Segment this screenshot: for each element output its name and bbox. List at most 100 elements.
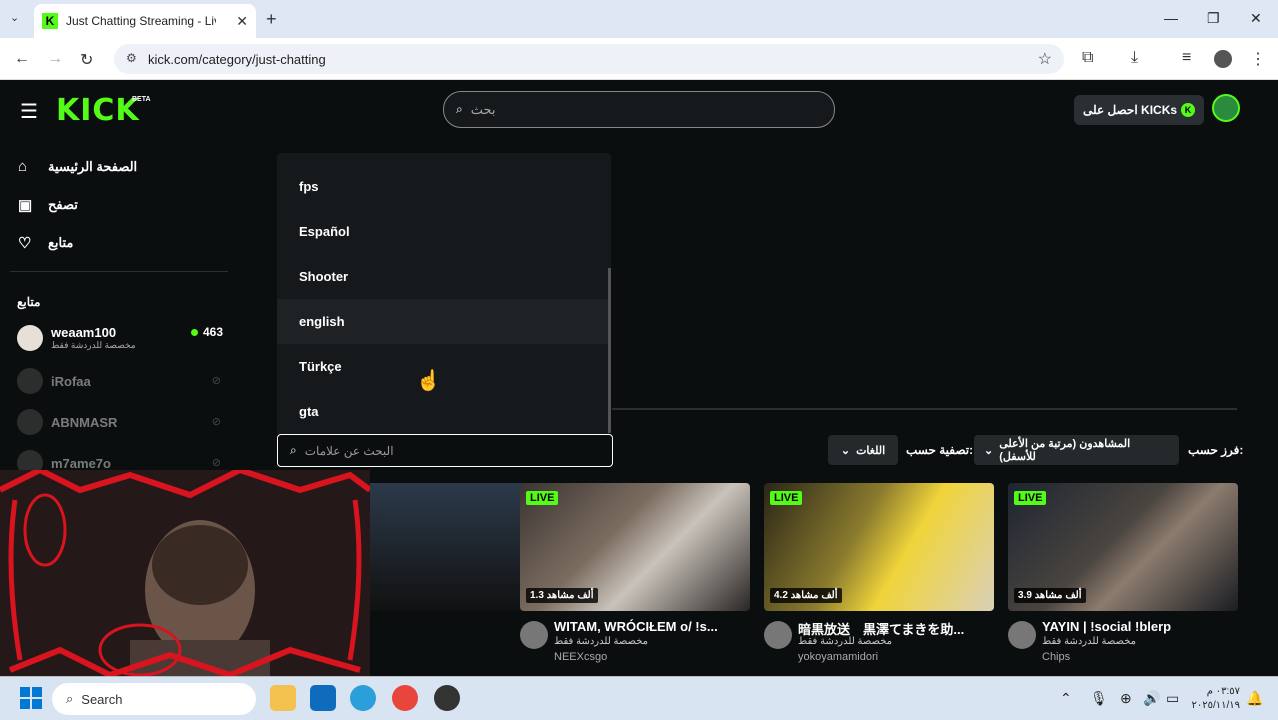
offline-icon: ⊘ [211,457,221,469]
minimize-icon[interactable]: — [1164,10,1178,26]
stream-card[interactable]: LIVE 1.3 ألف مشاهد WITAM, WRÓCIŁEM o/ !s… [520,483,750,679]
streamer-name[interactable]: Chips [1042,651,1070,663]
search-icon: ⌕ [290,443,297,457]
file-explorer-icon[interactable] [270,685,296,711]
streamer-avatar[interactable] [1008,621,1036,649]
sort-label: فرز حسب: [1188,443,1244,457]
browse-icon: ▣ [18,197,33,214]
download-icon[interactable]: ⤓ [1131,49,1138,67]
tray-chevron-icon[interactable]: ⌃ [1060,690,1072,707]
url-text: kick.com/category/just-chatting [148,51,326,67]
windows-start-icon[interactable] [20,687,42,709]
tag-option[interactable]: fps [277,164,611,209]
viewer-count: 463 [190,325,223,339]
obs-icon[interactable] [434,685,460,711]
stream-category[interactable]: مخصصة للدردشة فقط [1042,636,1136,647]
sidebar-item-browse[interactable]: ▣ تصفح [18,196,78,214]
menu-dots-icon[interactable]: ⋮ [1250,49,1266,69]
user-avatar[interactable] [1212,94,1240,122]
back-icon[interactable]: ← [14,50,30,68]
reload-icon[interactable]: ↻ [80,50,93,70]
dropdown-scrollbar[interactable] [608,268,611,433]
tab-list-icon[interactable]: ⌄ [10,11,19,24]
site-info-icon[interactable]: ⚙ [126,51,137,65]
site-header: ☰ KICK BETA ⌕ بحث احصل على KICKs K [0,81,1278,137]
channel-item[interactable]: ABNMASR ⊘ [17,407,227,437]
tag-search-input[interactable]: ⌕ البحث عن علامات [277,434,613,467]
taskbar-search[interactable]: ⌕ Search [52,683,256,715]
chrome-icon[interactable] [392,685,418,711]
webcam-frame [0,470,370,680]
channel-name: ABNMASR [51,414,118,430]
sort-select[interactable]: ⌄ المشاهدون (مرتبة من الأعلى للأسفل) [974,435,1179,465]
new-tab-icon[interactable]: + [266,9,277,30]
search-icon: ⌕ [66,691,74,706]
stream-category[interactable]: مخصصة للدردشة فقط [798,636,892,647]
windows-taskbar: ⌕ Search ⌃ 🎙 ⊕ 🔊 ▭ ٠٣:٥٧ م ٢٠٢٥/١١/١٩ 🔔 [0,676,1278,720]
close-tab-icon[interactable]: ✕ [236,13,248,30]
stream-card[interactable] [346,483,536,611]
nav-label: متابع [48,235,74,250]
stream-thumbnail[interactable]: LIVE 4.2 ألف مشاهد [764,483,994,611]
channel-item[interactable]: iRofaa ⊘ [17,366,227,396]
stream-thumbnail[interactable]: LIVE 3.9 ألف مشاهد [1008,483,1238,611]
hand-cursor-icon: ☝ [416,370,441,392]
tag-option[interactable]: Türkçe [277,344,611,389]
beta-label: BETA [132,96,151,103]
site-search-input[interactable]: ⌕ بحث [443,91,835,128]
tag-option[interactable]: Shooter [277,254,611,299]
bookmark-star-icon[interactable]: ☆ [1038,49,1052,69]
clock[interactable]: ٠٣:٥٧ م ٢٠٢٥/١١/١٩ [1190,685,1240,713]
sidebar-item-following[interactable]: ♡ متابع [18,234,73,252]
home-icon: ⌂ [18,158,28,175]
filter-label: تصفية حسب: [906,443,974,457]
notification-icon[interactable]: 🔔 [1246,690,1263,707]
streamer-avatar[interactable] [764,621,792,649]
battery-icon[interactable]: ▭ [1166,690,1179,707]
profile-avatar[interactable] [1214,50,1232,68]
network-icon[interactable]: ⊕ [1120,690,1132,707]
get-kicks-label: احصل على KICKs [1082,103,1178,117]
hamburger-menu-icon[interactable]: ☰ [20,99,38,124]
stream-card[interactable]: LIVE 4.2 ألف مشاهد 暗黒放送 黒澤てまきを助... مخصصة… [764,483,994,679]
clock-date: ٢٠٢٥/١١/١٩ [1191,700,1240,711]
tag-search-placeholder: البحث عن علامات [304,443,394,458]
tag-option[interactable]: english [277,299,611,344]
streamer-name[interactable]: yokoyamamidori [798,651,878,663]
browser-tab[interactable]: K Just Chatting Streaming - Live S ✕ [34,4,256,38]
live-badge: LIVE [770,491,803,505]
nav-label: تصفح [48,197,78,212]
tag-option[interactable]: gta [277,389,611,434]
streamer-name[interactable]: NEEXcsgo [554,651,607,663]
microphone-icon[interactable]: 🎙 [1090,690,1108,707]
tag-option[interactable]: Español [277,209,611,254]
window-close-icon[interactable]: ✕ [1250,10,1262,27]
address-bar[interactable]: ⚙ kick.com/category/just-chatting ☆ [114,44,1064,74]
stream-thumbnail[interactable]: LIVE 1.3 ألف مشاهد [520,483,750,611]
search-placeholder: بحث [470,101,496,117]
streamer-avatar[interactable] [520,621,548,649]
edge-icon[interactable] [350,685,376,711]
stream-category[interactable]: مخصصة للدردشة فقط [554,636,648,647]
viewer-count-text: 463 [202,325,223,339]
browser-toolbar: ← → ↻ ⚙ kick.com/category/just-chatting … [0,38,1278,80]
media-controls-icon[interactable]: ≡ [1182,49,1191,67]
offline-icon: ⊘ [211,416,221,428]
channel-item[interactable]: weaam100 مخصصة للدردشة فقط 463 [17,323,227,353]
stream-card[interactable]: LIVE 3.9 ألف مشاهد YAYIN | !social !bler… [1008,483,1238,679]
stream-thumbnail[interactable] [346,483,536,611]
kick-logo[interactable]: KICK [56,93,140,128]
stream-title[interactable]: YAYIN | !social !blerp [1042,619,1238,634]
extensions-icon[interactable]: ⧉ [1082,49,1093,67]
outlook-icon[interactable] [310,685,336,711]
language-filter-select[interactable]: ⌄ اللغات [828,435,898,465]
webcam-overlay [0,470,370,680]
restore-icon[interactable]: ❐ [1207,10,1220,27]
sidebar-item-home[interactable]: ⌂ الصفحة الرئيسية [18,158,137,175]
stream-title[interactable]: WITAM, WRÓCIŁEM o/ !s... [554,619,750,634]
live-badge: LIVE [526,491,559,505]
volume-icon[interactable]: 🔊 [1143,690,1160,707]
forward-icon[interactable]: → [47,50,63,68]
following-heading: متابع [17,295,41,309]
get-kicks-button[interactable]: احصل على KICKs K [1074,95,1204,125]
